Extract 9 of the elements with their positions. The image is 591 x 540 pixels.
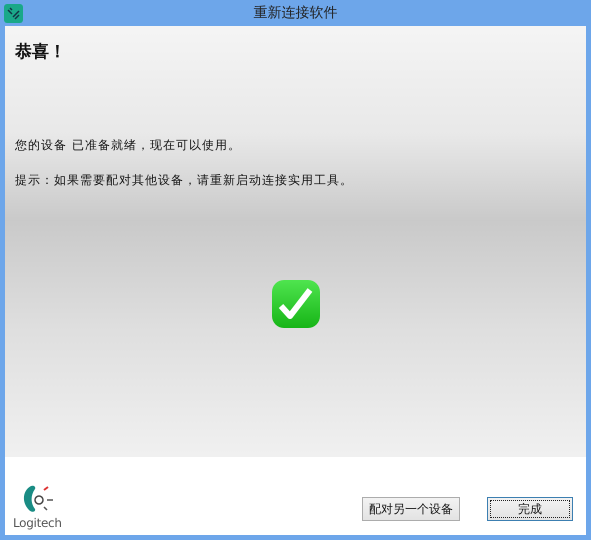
message-text: 您的设备 已准备就绪，现在可以使用。: [15, 137, 241, 154]
message-text: 提示：如果需要配对其他设备，请重新启动连接实用工具。: [15, 172, 353, 189]
window-title: 重新连接软件: [254, 4, 338, 22]
app-icon: [4, 4, 23, 22]
logo-text: Logitech: [13, 516, 62, 530]
finish-button[interactable]: 完成: [487, 497, 573, 521]
checkmark-icon: [270, 279, 320, 329]
heading: 恭喜！: [15, 41, 66, 63]
pair-button[interactable]: 配对另一个设备: [362, 497, 460, 521]
